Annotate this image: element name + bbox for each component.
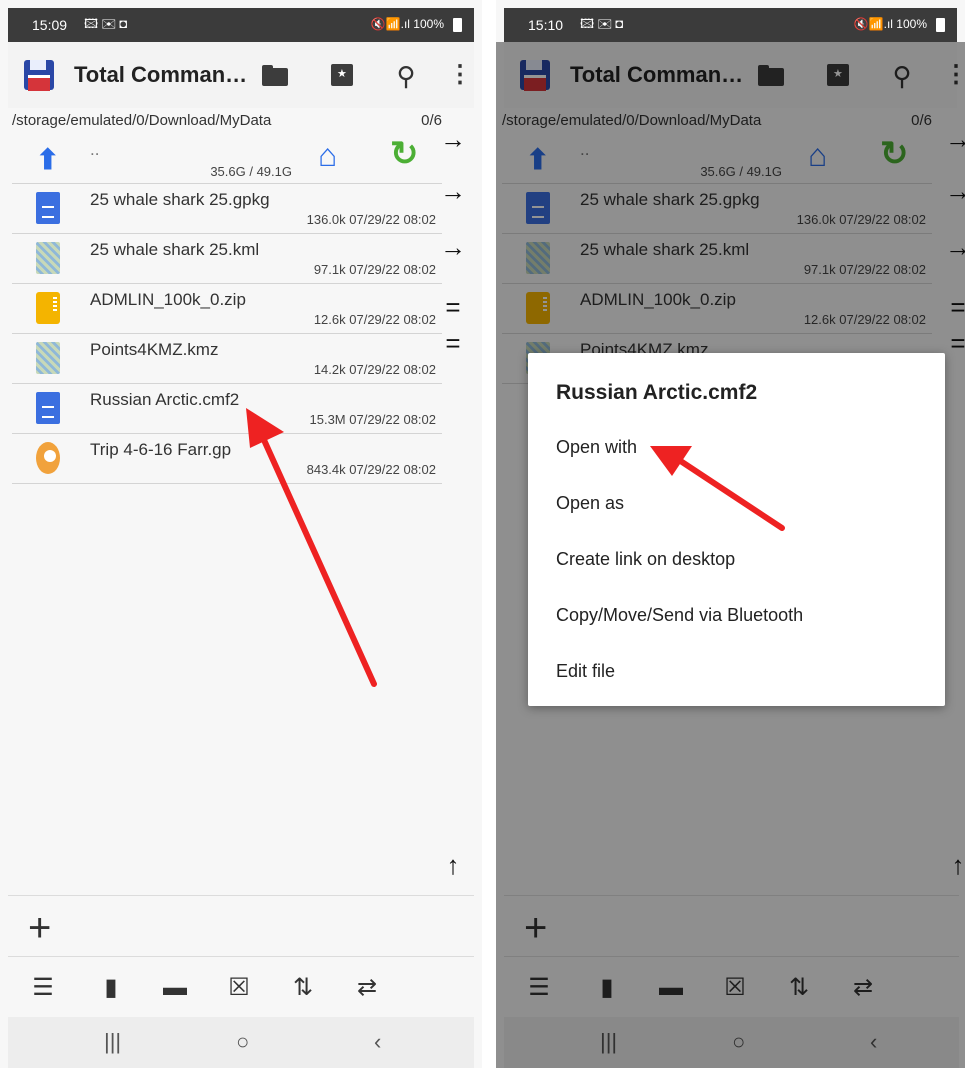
file-row[interactable]: ADMLIN_100k_0.zip 12.6k 07/29/22 08:02 [12,284,442,334]
bookmark-icon[interactable] [326,60,358,92]
file-meta: 15.3M 07/29/22 08:02 [309,412,437,427]
select-list-icon[interactable]: ☰ [28,973,58,1003]
phone-screen-left: 15:09 🖾✉◘ 🔇📶.ıl 100% Total Comman… ⚲ ⋮ /… [0,0,482,1068]
up-arrow-icon: ⬆ [36,144,60,175]
file-name: Russian Arctic.cmf2 [90,390,240,409]
add-button[interactable]: + [28,908,51,948]
notification-icons: 🖾✉◘ [580,16,627,31]
home-icon[interactable]: ⌂ [318,138,337,172]
file-name: 25 whale shark 25.kml [90,240,260,259]
file-name: Trip 4-6-16 Farr.gp [90,440,232,459]
status-bar: 15:10 🖾✉◘ 🔇📶.ıl 100% [504,8,957,42]
battery-icon [453,18,462,32]
app-bar: Total Comman… ⚲ ⋮ [8,42,474,108]
storage-space: 35.6G / 49.1G [210,164,292,179]
system-nav-bar: ||| ○ ‹ [8,1017,474,1068]
file-meta: 97.1k 07/29/22 08:02 [313,262,436,277]
pack-zip-icon[interactable]: ▬ [160,973,190,1003]
document-icon [36,392,60,424]
system-status: 🔇📶.ıl 100% [853,17,927,31]
system-status: 🔇📶.ıl 100% [370,17,444,31]
location-pin-icon [36,442,60,474]
equal-button[interactable]: = [440,292,466,322]
overflow-menu-icon[interactable]: ⋮ [448,60,472,92]
back-nav-button[interactable]: ‹ [374,1029,381,1055]
bottom-toolbar: ☰ ▮ ▬ ☒ ⇅ ⇄ [8,956,474,1018]
bottom-panel: + ☰ ▮ ▬ ☒ ⇅ ⇄ [8,895,474,1017]
status-bar: 15:09 🖾✉◘ 🔇📶.ıl 100% [8,8,474,42]
parent-dir-row[interactable]: ⬆ .. 35.6G / 49.1G ⌂ ↻ [12,134,442,184]
file-meta: 14.2k 07/29/22 08:02 [313,362,436,377]
path-bar[interactable]: /storage/emulated/0/Download/MyData 0/6 [12,112,442,134]
file-meta: 843.4k 07/29/22 08:02 [306,462,436,477]
delete-icon[interactable]: ☒ [224,973,254,1003]
equal-button[interactable]: = [440,328,466,358]
selection-count: 0/6 [421,112,442,129]
file-row[interactable]: Trip 4-6-16 Farr.gp 843.4k 07/29/22 08:0… [12,434,442,484]
floppy-disk-icon [24,60,54,91]
map-icon [36,242,60,274]
context-menu-title: Russian Arctic.cmf2 [556,381,758,404]
battery-icon [936,18,945,32]
current-path: /storage/emulated/0/Download/MyData [12,112,272,129]
menu-item-create-link[interactable]: Create link on desktop [556,549,735,570]
file-row[interactable]: Points4KMZ.kmz 14.2k 07/29/22 08:02 [12,334,442,384]
copy-right-button[interactable]: → [440,176,466,206]
recent-apps-button[interactable]: ||| [104,1029,121,1055]
menu-item-edit-file[interactable]: Edit file [556,661,615,682]
new-file-icon[interactable]: ▮ [96,973,126,1003]
notification-icons: 🖾✉◘ [84,16,131,31]
phone-screen-right: 15:10 🖾✉◘ 🔇📶.ıl 100% Total Comman… ⚲ ⋮ /… [496,0,965,1068]
document-icon [36,192,60,224]
zip-folder-icon [36,292,60,324]
home-nav-button[interactable]: ○ [236,1029,249,1055]
sort-icon[interactable]: ⇅ [288,973,318,1003]
copy-right-button[interactable]: → [440,232,466,262]
context-menu: Russian Arctic.cmf2 Open with Open as Cr… [528,353,945,706]
copy-right-button[interactable]: → [440,124,466,154]
app-title: Total Comman… [74,62,248,87]
swap-panels-icon[interactable]: ⇄ [352,973,382,1003]
folder-icon[interactable] [260,60,292,92]
parent-dir-label: .. [90,140,100,159]
menu-item-open-as[interactable]: Open as [556,493,624,514]
file-meta: 136.0k 07/29/22 08:02 [306,212,436,227]
scroll-up-button[interactable]: ↑ [440,850,466,880]
file-name: 25 whale shark 25.gpkg [90,190,270,209]
map-icon [36,342,60,374]
status-time: 15:10 [528,17,564,33]
refresh-icon[interactable]: ↻ [390,134,419,174]
file-name: ADMLIN_100k_0.zip [90,290,246,309]
menu-item-open-with[interactable]: Open with [556,437,637,458]
menu-item-copy-move-send[interactable]: Copy/Move/Send via Bluetooth [556,605,803,626]
search-icon[interactable]: ⚲ [390,60,422,92]
file-name: Points4KMZ.kmz [90,340,219,359]
status-time: 15:09 [32,17,68,33]
file-row[interactable]: 25 whale shark 25.kml 97.1k 07/29/22 08:… [12,234,442,284]
file-row[interactable]: Russian Arctic.cmf2 15.3M 07/29/22 08:02 [12,384,442,434]
file-row[interactable]: 25 whale shark 25.gpkg 136.0k 07/29/22 0… [12,184,442,234]
file-meta: 12.6k 07/29/22 08:02 [313,312,436,327]
